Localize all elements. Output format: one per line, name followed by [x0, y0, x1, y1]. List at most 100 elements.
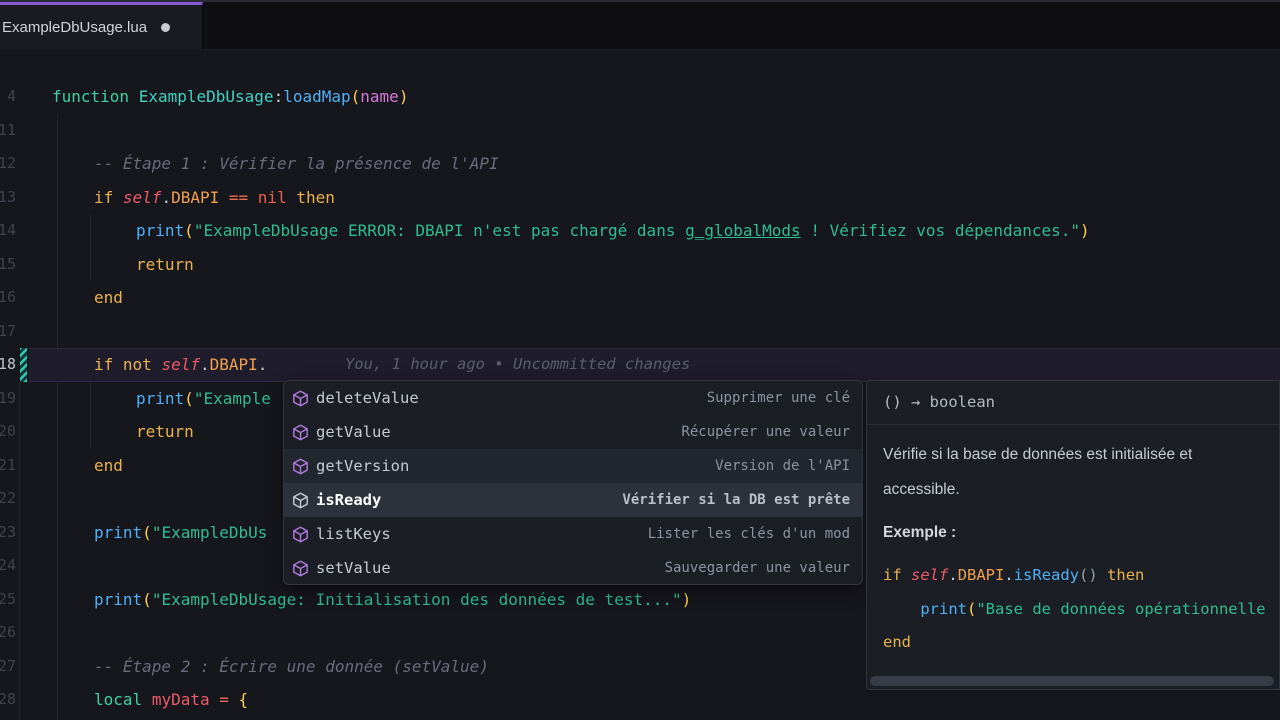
line-number: 19	[0, 388, 17, 407]
code-line-4[interactable]: 4 function ExampleDbUsage:loadMap(name)	[0, 80, 1280, 114]
code-line-12[interactable]: 12 -- Étape 1 : Vérifier la présence de l…	[0, 147, 1280, 181]
code-text: -- Étape 2 : Écrire une donnée (setValue…	[94, 650, 489, 684]
code-line-13[interactable]: 13 if self.DBAPI == nil then	[0, 181, 1280, 215]
line-number: 4	[6, 87, 16, 105]
line-number: 21	[0, 455, 17, 474]
code-token: (	[350, 87, 361, 106]
code-line-14[interactable]: 14 print("ExampleDbUsage ERROR: DBAPI n'e…	[0, 214, 1280, 248]
code-token: ()	[1079, 566, 1098, 584]
suggestion-label: getValue	[316, 423, 391, 441]
code-token: if	[883, 566, 902, 584]
horizontal-scrollbar[interactable]	[870, 676, 1274, 686]
code-token: not	[122, 355, 152, 374]
line-number: 22	[0, 489, 17, 507]
code-token: (	[184, 221, 194, 240]
git-blame-annotation: You, 1 hour ago • Uncommitted changes	[345, 355, 691, 373]
example-code-line: if self.DBAPI.isReady() then	[883, 559, 1279, 593]
line-number: 28	[0, 690, 17, 708]
code-token: local	[94, 690, 143, 709]
code-token: .	[948, 566, 958, 584]
line-number: 13	[0, 187, 17, 206]
code-text: print("ExampleDbUsage ERROR: DBAPI n'est…	[136, 214, 1090, 248]
code-line-16[interactable]: 16 end	[0, 281, 1280, 315]
code-line-11[interactable]: 11	[0, 114, 1280, 148]
code-text: -- Étape 1 : Vérifier la présence de l'A…	[94, 147, 499, 181]
git-modified-indicator[interactable]	[20, 348, 27, 382]
code-token: :	[273, 87, 284, 106]
code-token: if	[94, 355, 114, 374]
code-token: function	[52, 87, 130, 106]
suggestion-getVersion[interactable]: getVersion Version de l'API	[284, 449, 862, 483]
code-line-15[interactable]: 15 return	[0, 248, 1280, 282]
code-token: print	[94, 589, 143, 609]
code-token: "ExampleDbUsage ERROR: DBAPI n'est pas c…	[193, 221, 686, 240]
method-cube-icon	[292, 526, 309, 543]
code-token: isReady	[1013, 566, 1080, 584]
code-token: .	[257, 355, 268, 374]
example-label: Exemple :	[883, 524, 957, 541]
modified-dot-icon[interactable]	[161, 23, 171, 32]
suggestion-description: Vérifier si la DB est prête	[622, 492, 850, 508]
suggestion-description: Lister les clés d'un mod	[647, 526, 850, 542]
code-token: ==	[228, 187, 249, 207]
suggestion-listKeys[interactable]: listKeys Lister les clés d'un mod	[284, 517, 862, 551]
code-token: then	[1107, 566, 1145, 584]
code-token: return	[136, 254, 194, 274]
code-text: print("Example	[136, 382, 271, 416]
code-text: if not self.DBAPI.	[94, 348, 267, 382]
code-text: if self.DBAPI == nil then	[94, 181, 335, 215]
code-token: nil	[257, 187, 287, 207]
code-token: (	[184, 388, 194, 408]
code-text: return	[136, 248, 194, 282]
suggestion-setValue[interactable]: setValue Sauvegarder une valeur	[284, 551, 862, 584]
code-token: myData	[151, 690, 210, 709]
code-line-18[interactable]: 18 if not self.DBAPI. You, 1 hour ago • Un…	[0, 348, 1280, 382]
code-token: loadMap	[283, 87, 351, 106]
code-token: "Example	[193, 388, 271, 408]
code-token: -- Étape 1 : Vérifier la présence de l'A…	[94, 154, 499, 173]
code-token: .	[199, 355, 210, 374]
code-text: print("ExampleDbUsage: Initialisation de…	[94, 583, 691, 617]
code-text: end	[94, 449, 123, 483]
suggestion-isReady[interactable]: isReady Vérifier si la DB est prête	[284, 483, 862, 517]
line-number: 11	[0, 120, 17, 139]
code-token: .	[161, 187, 172, 207]
code-token: )	[1080, 221, 1090, 240]
suggestion-label: setValue	[316, 559, 391, 577]
code-token: (	[142, 589, 152, 609]
code-token: end	[94, 455, 123, 475]
example-code-line: print("Base de données opérationnelle	[883, 593, 1279, 627]
code-token: "ExampleDbUsage: Initialisation des donn…	[151, 589, 682, 609]
code-line-17[interactable]: 17	[0, 315, 1280, 349]
code-token: )	[681, 589, 692, 609]
suggestion-docs-panel: () → boolean Vérifie si la base de donné…	[866, 380, 1280, 690]
code-token: return	[136, 422, 194, 441]
code-token: print	[136, 388, 185, 408]
line-number: 26	[0, 623, 17, 641]
line-number: 14	[0, 221, 17, 239]
code-token: ExampleDbUsage	[138, 87, 274, 106]
tab-exampledbusage-lua[interactable]: ExampleDbUsage.lua	[0, 2, 203, 50]
tab-bar: ExampleDbUsage.lua	[0, 2, 1280, 50]
suggestion-deleteValue[interactable]: deleteValue Supprimer une clé	[284, 381, 862, 415]
code-token: self	[161, 355, 200, 374]
code-token: (	[967, 599, 977, 618]
line-number: 16	[0, 288, 17, 306]
line-number: 20	[0, 422, 17, 440]
example-code-line: end	[883, 626, 1279, 660]
suggestion-getValue[interactable]: getValue Récupérer une valeur	[284, 415, 862, 449]
code-token: .	[1004, 566, 1014, 584]
code-token: -- Étape 2 : Écrire une donnée (setValue…	[94, 656, 489, 676]
code-token: print	[136, 221, 185, 240]
code-token: (	[142, 522, 152, 542]
suggestion-label: isReady	[316, 491, 382, 509]
code-token: ! Vérifiez vos dépendances."	[800, 221, 1081, 240]
suggestion-label: getVersion	[316, 457, 410, 475]
code-token: print	[920, 599, 967, 618]
code-token: =	[219, 690, 229, 709]
